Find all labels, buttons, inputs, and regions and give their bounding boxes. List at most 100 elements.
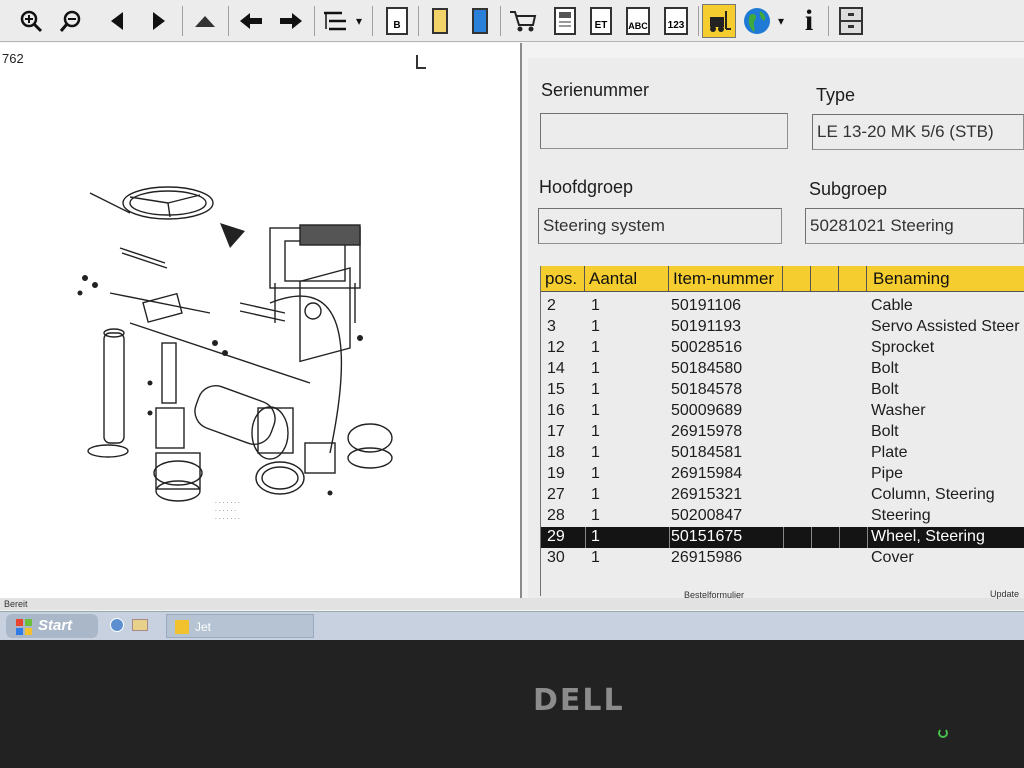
- table-row[interactable]: 14 1 50184580 Bolt: [541, 359, 1024, 380]
- forklift-catalog-icon[interactable]: [702, 4, 736, 38]
- cell-divider: [867, 527, 868, 548]
- cell-divider: [669, 527, 670, 548]
- windows-taskbar: Start Jet: [0, 611, 1024, 640]
- cell-pos: 27: [547, 486, 565, 503]
- table-row[interactable]: 17 1 26915978 Bolt: [541, 422, 1024, 443]
- yellow-marker-icon[interactable]: [432, 8, 448, 34]
- table-row[interactable]: 16 1 50009689 Washer: [541, 401, 1024, 422]
- previous-icon[interactable]: [100, 4, 134, 38]
- cell-item-number: 50028516: [671, 339, 743, 356]
- exploded-view-pane[interactable]: 762 · · · · · · · · · · · · · · · · · · …: [0, 43, 522, 598]
- zoom-out-icon[interactable]: [54, 4, 88, 38]
- blue-marker-icon[interactable]: [472, 8, 488, 34]
- toolbar-separator: [372, 6, 373, 36]
- table-row[interactable]: 19 1 26915984 Pipe: [541, 464, 1024, 485]
- serial-number-field[interactable]: [540, 113, 788, 149]
- tree-dropdown-icon[interactable]: ▾: [352, 4, 366, 38]
- toolbar-separator: [182, 6, 183, 36]
- windows-logo-icon: [16, 619, 32, 635]
- up-level-icon[interactable]: [188, 4, 222, 38]
- power-icon: [938, 728, 948, 738]
- status-bar: Bereit Bestelformulier Update: [0, 589, 1024, 610]
- taskbar-app-label: Jet: [195, 620, 212, 634]
- jet-app-icon: [175, 620, 189, 634]
- forward-arrow-icon[interactable]: [274, 4, 308, 38]
- cabinet-exit-icon[interactable]: [834, 4, 868, 38]
- table-row[interactable]: 18 1 50184581 Plate: [541, 443, 1024, 464]
- cell-pos: 18: [547, 444, 565, 461]
- cell-pos: 12: [547, 339, 565, 356]
- toolbar-separator: [418, 6, 419, 36]
- column-header-quantity[interactable]: Aantal: [585, 266, 669, 292]
- printer-icon[interactable]: [548, 4, 582, 38]
- cell-quantity: 1: [591, 339, 600, 356]
- back-arrow-icon[interactable]: [234, 4, 268, 38]
- application-screen: ▾ B ET ABC 123 ▾ i 762 · · · · · · · · ·…: [0, 0, 1024, 640]
- browser-quicklaunch-icon[interactable]: [110, 618, 124, 632]
- cell-item-number: 26915984: [671, 465, 743, 482]
- table-row-selected[interactable]: 29 1 50151675 Wheel, Steering: [541, 527, 1024, 548]
- cell-quantity: 1: [591, 402, 600, 419]
- cell-pos: 29: [547, 528, 565, 545]
- toolbar-separator: [500, 6, 501, 36]
- column-header-item-number[interactable]: Item-nummer: [669, 266, 783, 292]
- table-row[interactable]: 15 1 50184578 Bolt: [541, 380, 1024, 401]
- type-field[interactable]: LE 13-20 MK 5/6 (STB): [812, 114, 1024, 150]
- cell-quantity: 1: [591, 423, 600, 440]
- start-label: Start: [38, 617, 73, 634]
- cell-description: Bolt: [871, 381, 899, 398]
- column-header-blank[interactable]: [839, 266, 867, 292]
- globe-dropdown-icon[interactable]: ▾: [774, 4, 788, 38]
- zoom-in-icon[interactable]: [14, 4, 48, 38]
- cell-description: Cover: [871, 549, 914, 566]
- cell-description: Wheel, Steering: [871, 528, 985, 545]
- table-header: pos. Aantal Item-nummer Benaming: [541, 266, 1024, 292]
- cell-quantity: 1: [591, 360, 600, 377]
- document-b-icon[interactable]: B: [386, 7, 408, 35]
- table-row[interactable]: 28 1 50200847 Steering: [541, 506, 1024, 527]
- table-row[interactable]: 2 1 50191106 Cable: [541, 296, 1024, 317]
- cell-quantity: 1: [591, 444, 600, 461]
- cell-description: Sprocket: [871, 339, 935, 356]
- table-row[interactable]: 3 1 50191193 Servo Assisted Steer: [541, 317, 1024, 338]
- column-header-blank[interactable]: [783, 266, 811, 292]
- shopping-cart-icon[interactable]: [506, 4, 540, 38]
- sub-group-field[interactable]: 50281021 Steering: [805, 208, 1024, 244]
- next-icon[interactable]: [142, 4, 176, 38]
- cell-pos: 2: [547, 297, 556, 314]
- column-header-pos[interactable]: pos.: [541, 266, 585, 292]
- update-label: Update: [990, 589, 1020, 599]
- toolbar: ▾ B ET ABC 123 ▾ i: [0, 0, 1024, 42]
- drawing-code: 762: [2, 51, 24, 66]
- cell-quantity: 1: [591, 381, 600, 398]
- column-header-blank[interactable]: [811, 266, 839, 292]
- cell-description: Washer: [871, 402, 926, 419]
- cell-description: Bolt: [871, 423, 899, 440]
- start-button[interactable]: Start: [6, 614, 98, 638]
- taskbar-app-jet[interactable]: Jet: [166, 614, 314, 638]
- main-group-field[interactable]: Steering system: [538, 208, 782, 244]
- cell-quantity: 1: [591, 465, 600, 482]
- table-row[interactable]: 30 1 26915986 Cover: [541, 548, 1024, 569]
- folder-quicklaunch-icon[interactable]: [132, 619, 148, 631]
- table-row[interactable]: 12 1 50028516 Sprocket: [541, 338, 1024, 359]
- globe-icon[interactable]: [740, 4, 774, 38]
- cell-item-number: 50184578: [671, 381, 743, 398]
- dell-logo: DELL: [533, 683, 625, 718]
- cell-description: Servo Assisted Steer: [871, 318, 1020, 335]
- cell-divider: [811, 527, 812, 548]
- cell-pos: 15: [547, 381, 565, 398]
- cell-description: Cable: [871, 297, 913, 314]
- cell-pos: 3: [547, 318, 556, 335]
- document-abc-icon[interactable]: ABC: [626, 7, 650, 35]
- cell-item-number: 26915978: [671, 423, 743, 440]
- cell-item-number: 50184580: [671, 360, 743, 377]
- steering-system-exploded-diagram[interactable]: · · · · · · ·· · · · · ·· · · · · · ·: [70, 153, 400, 533]
- tree-view-icon[interactable]: [318, 4, 352, 38]
- document-123-icon[interactable]: 123: [664, 7, 688, 35]
- column-header-description[interactable]: Benaming: [867, 266, 1024, 292]
- cell-pos: 14: [547, 360, 565, 377]
- table-row[interactable]: 27 1 26915321 Column, Steering: [541, 485, 1024, 506]
- info-icon[interactable]: i: [792, 4, 826, 38]
- document-et-icon[interactable]: ET: [590, 7, 612, 35]
